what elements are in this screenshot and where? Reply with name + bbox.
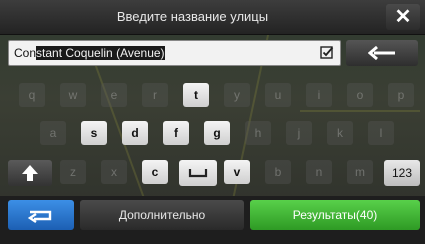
input-text: Constant Coquelin (Avenue) <box>14 41 165 65</box>
results-button[interactable]: Результаты(40) <box>250 200 420 230</box>
key-p: p <box>388 83 414 107</box>
key-c[interactable]: c <box>142 160 168 184</box>
return-arrow-icon <box>27 210 52 223</box>
close-button[interactable]: ✕ <box>386 4 420 30</box>
key-i: i <box>306 83 332 107</box>
key-y: y <box>224 83 250 107</box>
close-icon: ✕ <box>394 6 412 28</box>
key-h: h <box>245 121 271 145</box>
key-n: n <box>306 160 332 184</box>
key-x: x <box>101 160 127 184</box>
header-bar: Введите название улицы ✕ <box>0 0 425 35</box>
key-d[interactable]: d <box>122 121 148 145</box>
key-f[interactable]: f <box>163 121 189 145</box>
key-r: r <box>142 83 168 107</box>
key-j: j <box>286 121 312 145</box>
key-m: m <box>347 160 373 184</box>
typed-text: Con <box>14 46 37 60</box>
checkbox-check-icon[interactable] <box>320 45 334 59</box>
key-u: u <box>265 83 291 107</box>
key-l: l <box>368 121 394 145</box>
street-search-input[interactable]: Constant Coquelin (Avenue) <box>8 40 341 66</box>
key-v[interactable]: v <box>224 160 250 184</box>
space-key[interactable] <box>179 160 217 186</box>
more-options-button[interactable]: Дополнительно <box>80 200 244 230</box>
page-title: Введите название улицы <box>116 9 269 24</box>
back-button[interactable] <box>8 200 74 230</box>
key-z: z <box>60 160 86 184</box>
key-b: b <box>265 160 291 184</box>
key-s[interactable]: s <box>81 121 107 145</box>
shift-arrow-icon <box>22 165 38 181</box>
numbers-key[interactable]: 123 <box>384 160 420 186</box>
key-t[interactable]: t <box>183 83 209 107</box>
shift-key[interactable] <box>8 160 52 186</box>
keyboard-screen: Введите название улицы ✕ Constant Coquel… <box>0 0 425 244</box>
backspace-arrow-icon <box>368 46 395 60</box>
key-k: k <box>327 121 353 145</box>
backspace-button[interactable] <box>346 40 418 66</box>
bottom-bar: Дополнительно Результаты(40) <box>0 196 425 244</box>
key-g[interactable]: g <box>204 121 230 145</box>
space-bar-icon <box>188 169 208 178</box>
autocomplete-suggestion: stant Coquelin (Avenue) <box>36 46 165 60</box>
key-e: e <box>101 83 127 107</box>
key-w: w <box>60 83 86 107</box>
key-o: o <box>347 83 373 107</box>
key-a: a <box>40 121 66 145</box>
map-road <box>300 110 420 112</box>
key-q: q <box>19 83 45 107</box>
